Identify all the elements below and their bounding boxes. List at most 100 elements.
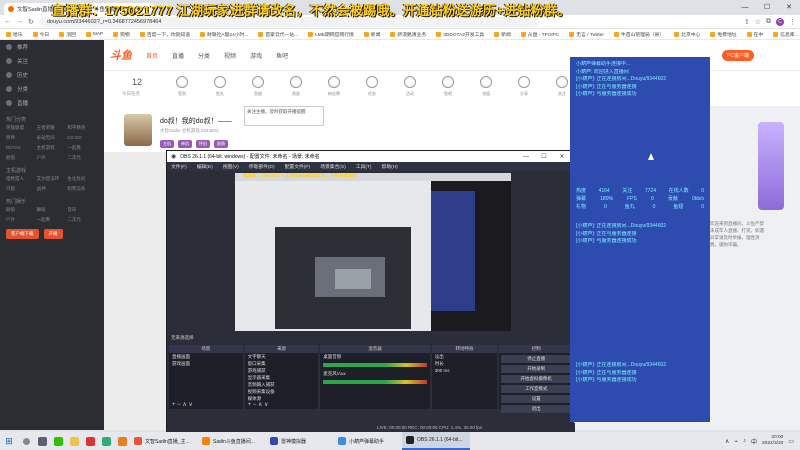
obs-control-button[interactable]: 停止直播 (501, 355, 571, 363)
extensions-icon[interactable]: ⧉ (766, 18, 771, 26)
obs-menu-item[interactable]: 文件(F) (171, 163, 187, 170)
sidebar-category-link[interactable]: 主机游戏 (37, 145, 68, 151)
sidebar-item[interactable]: 推荐 (0, 40, 104, 54)
sidebar-category-link[interactable]: 永劫无间 (37, 135, 68, 141)
bookmark-item[interactable]: 新浪路演业务 (390, 31, 426, 38)
sidebar-item[interactable]: 关注 (0, 54, 104, 68)
source-item[interactable]: 窗口采集 (245, 360, 319, 367)
streamer-avatar[interactable] (124, 114, 152, 146)
pc-client-button[interactable]: PC客户端 (722, 49, 754, 61)
obs-control-button[interactable]: 设置 (501, 395, 571, 403)
transition-duration-input[interactable]: 300 ms (432, 367, 498, 374)
bookmark-item[interactable]: 今日 (32, 31, 49, 38)
obs-menu-item[interactable]: 帮助(H) (382, 163, 398, 170)
taskbar-app[interactable]: 文智Sadin直播_主... (130, 432, 198, 450)
task-view-icon[interactable] (34, 432, 50, 450)
minimize-button[interactable]: — (734, 0, 756, 15)
sidebar-action-button[interactable]: 客户端下载 (6, 229, 39, 239)
obs-control-button[interactable]: 开始录制 (501, 365, 571, 373)
taskbar-app[interactable]: 小葫芦弹幕助手 (334, 432, 402, 450)
tray-up-icon[interactable]: ∧ (725, 438, 729, 445)
share-icon[interactable]: ⇪ (744, 18, 750, 26)
task-shortcut[interactable]: 充值 (478, 76, 494, 97)
obs-menu-item[interactable]: 配置文件(P) (285, 163, 311, 170)
sidebar-category-link[interactable]: 一起看 (37, 217, 68, 223)
sidebar-category-link[interactable]: 颜值 (6, 155, 37, 161)
desktop-audio-meter[interactable] (323, 363, 427, 367)
nav-item[interactable]: 鱼吧 (276, 51, 288, 60)
task-shortcut[interactable]: 签到 (174, 76, 190, 97)
source-item[interactable]: 视频采集设备 (245, 388, 319, 395)
ime-indicator[interactable]: 中 (751, 437, 757, 446)
task-shortcut[interactable]: 任务 (364, 76, 380, 97)
douyu-logo[interactable]: 斗鱼 (110, 47, 132, 63)
nav-item[interactable]: 首页 (146, 51, 158, 60)
taskbar-app[interactable]: Sadin斗鱼直播间... (198, 432, 266, 450)
bookmark-item[interactable]: 北京中心 (674, 31, 700, 38)
taskbar-app[interactable]: OBS 26.1.1 (64-bit... (402, 432, 470, 450)
task-shortcut[interactable]: 关注 (554, 76, 570, 97)
room-tag[interactable]: 剧情 (214, 140, 228, 148)
nav-item[interactable]: 分类 (198, 51, 210, 60)
sources-add-remove[interactable]: + − ∧ ∨ (245, 401, 319, 409)
sidebar-category-link[interactable]: 二次元 (67, 217, 98, 223)
wechat-icon[interactable] (50, 432, 66, 450)
task-shortcut[interactable]: 分享 (516, 76, 532, 97)
obs-control-button[interactable]: 退出 (501, 405, 571, 413)
sidebar-category-link[interactable]: 和平精英 (67, 125, 98, 131)
sidebar-category-link[interactable]: 怪物猎人 (6, 176, 37, 182)
bookmark-item[interactable]: 财联社A股24小时... (200, 31, 248, 38)
transition-type-select[interactable]: 淡出 (432, 353, 498, 360)
sidebar-category-link[interactable]: 户外 (37, 155, 68, 161)
scene-item[interactable]: 直播画面 (169, 353, 243, 360)
obs-menu-item[interactable]: 场景集合(S) (320, 163, 346, 170)
obs-menu-item[interactable]: 工具(T) (356, 163, 372, 170)
task-shortcut[interactable]: 鱼吧 (440, 76, 456, 97)
sidebar-category-link[interactable]: 舞蹈 (37, 207, 68, 213)
profile-avatar[interactable]: C (776, 17, 784, 26)
scene-item[interactable]: 游戏画面 (169, 360, 243, 367)
sidebar-action-button[interactable]: 开播 (43, 229, 63, 239)
task-shortcut[interactable]: 鱼丸 (212, 76, 228, 97)
source-item[interactable]: 音频输入捕获 (245, 381, 319, 388)
bookmark-item[interactable]: 消回 (59, 31, 76, 38)
sidebar-category-link[interactable]: DOTA2 (6, 145, 37, 151)
bookmark-item[interactable]: 哈乐 (6, 31, 23, 38)
scenes-add-remove[interactable]: + − ∧ ∨ (169, 401, 243, 409)
sidebar-category-link[interactable]: 生化危机 (67, 176, 98, 182)
task-shortcut[interactable]: 鱼翅 (250, 76, 266, 97)
explorer-icon[interactable] (66, 432, 82, 450)
sidebar-category-link[interactable]: 二次元 (67, 155, 98, 161)
maximize-button[interactable]: ☐ (756, 0, 778, 15)
sidebar-category-link[interactable]: 英雄联盟 (6, 125, 37, 131)
bookmark-item[interactable]: 信息库... (773, 31, 799, 38)
sidebar-category-link[interactable]: 原神 (6, 135, 37, 141)
promo-banner-image[interactable] (758, 122, 784, 210)
task-shortcut[interactable]: 粉丝牌 (326, 76, 342, 97)
taskbar-app[interactable]: 雷神模拟器 (266, 432, 334, 450)
star-icon[interactable]: ☆ (755, 18, 761, 26)
obs-preview[interactable]: 直播群：175021777 江湖玩家进群请改名，不然会被踢哦 (235, 173, 511, 331)
bookmark-item[interactable]: 购物 (113, 31, 130, 38)
bookmark-item[interactable]: 从盘 - TFGIPC (520, 31, 559, 38)
volume-icon[interactable]: ♪ (743, 438, 746, 444)
obs-maximize-button[interactable]: ☐ (537, 153, 551, 160)
windows-start-icon[interactable]: ⊞ (0, 436, 18, 447)
nav-item[interactable]: 直播 (172, 51, 184, 60)
back-icon[interactable]: ← (4, 18, 11, 25)
sidebar-category-link[interactable]: 一起看 (67, 145, 98, 151)
bookmark-item[interactable]: LME期铜官网行情 (308, 31, 354, 38)
system-clock[interactable]: 20:00 2022/3/20 (762, 435, 783, 447)
reload-icon[interactable]: ↻ (28, 18, 34, 26)
bookmark-item[interactable]: MAP (85, 31, 103, 37)
search-icon[interactable] (18, 432, 34, 450)
sidebar-category-link[interactable]: 艾尔登法环 (37, 176, 68, 182)
sidebar-item[interactable]: 分类 (0, 82, 104, 96)
bookmark-item[interactable]: 免费地址 (710, 31, 737, 38)
bookmark-item[interactable]: 首家云代一站... (258, 31, 298, 38)
sidebar-item[interactable]: 直播 (0, 96, 104, 110)
sidebar-category-link[interactable]: CS:GO (67, 135, 98, 141)
bookmark-item[interactable]: 在中 (746, 31, 763, 38)
task-shortcut[interactable]: 活动 (402, 76, 418, 97)
nav-item[interactable]: 视频 (224, 51, 236, 60)
